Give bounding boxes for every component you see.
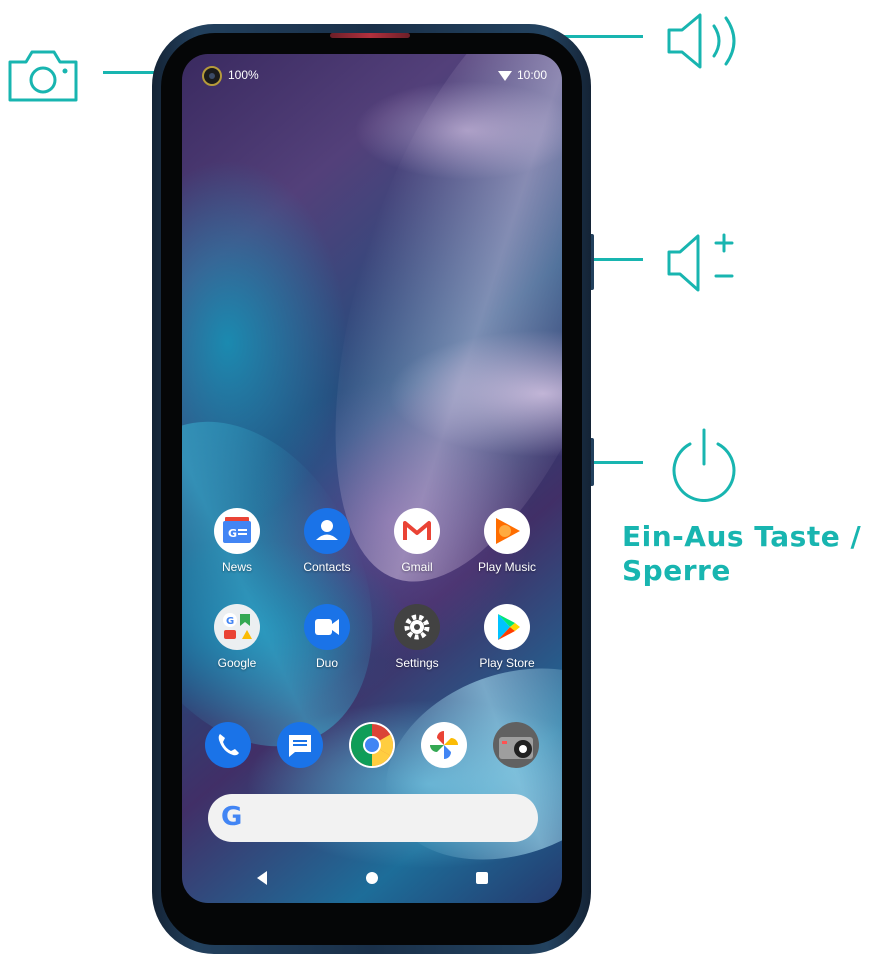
app-label-play-music: Play Music [477,560,536,574]
play-music-icon [484,508,530,554]
volume-icon [666,230,746,301]
app-google-folder[interactable]: G Google [192,604,282,670]
phone-icon[interactable] [205,722,251,768]
svg-text:G: G [226,616,234,627]
app-label-settings: Settings [395,656,439,670]
duo-icon [304,604,350,650]
google-search-bar[interactable]: G [208,794,538,842]
status-clock: 10:00 [516,68,547,82]
wifi-icon [498,71,512,81]
app-label-news: News [221,560,252,574]
camera-icon [6,46,80,109]
gmail-icon [394,508,440,554]
power-button-label: Ein-Aus Taste / Sperre [622,520,862,587]
photos-icon[interactable] [421,722,467,768]
app-gmail[interactable]: Gmail [372,508,462,574]
news-icon: G [214,508,260,554]
status-bar: 100% 10:00 [182,54,562,96]
app-contacts[interactable]: Contacts [282,508,372,574]
google-folder-icon: G [214,604,260,650]
recents-icon[interactable] [476,872,488,884]
volume-callout-line [594,258,643,261]
speaker-icon [666,10,746,77]
svg-text:G: G [228,527,237,540]
app-news[interactable]: G News [192,508,282,574]
settings-icon [394,604,440,650]
power-icon [664,426,744,507]
back-icon[interactable] [257,871,267,885]
power-callout-line [594,461,643,464]
app-label-google: Google [217,656,257,670]
navigation-bar [182,864,562,890]
google-g-logo: G [221,802,243,832]
app-play-store[interactable]: Play Store [462,604,552,670]
play-store-icon [484,604,530,650]
app-label-contacts: Contacts [303,560,351,574]
app-label-duo: Duo [315,656,338,670]
chrome-icon[interactable] [349,722,395,768]
messages-icon[interactable] [277,722,323,768]
front-camera-hole [202,66,222,86]
app-label-play-store: Play Store [479,656,535,670]
camera-app-icon[interactable] [493,722,539,768]
battery-level: 100% [228,68,259,82]
app-play-music[interactable]: Play Music [462,508,552,574]
earpiece-speaker [330,33,410,38]
app-settings[interactable]: Settings [372,604,462,670]
phone-screen: 100% 10:00 G News Contacts Gmail Play Mu… [182,54,562,903]
wallpaper-swoosh [359,634,562,894]
home-icon[interactable] [366,872,378,884]
app-duo[interactable]: Duo [282,604,372,670]
contacts-icon [304,508,350,554]
app-label-gmail: Gmail [401,560,433,574]
